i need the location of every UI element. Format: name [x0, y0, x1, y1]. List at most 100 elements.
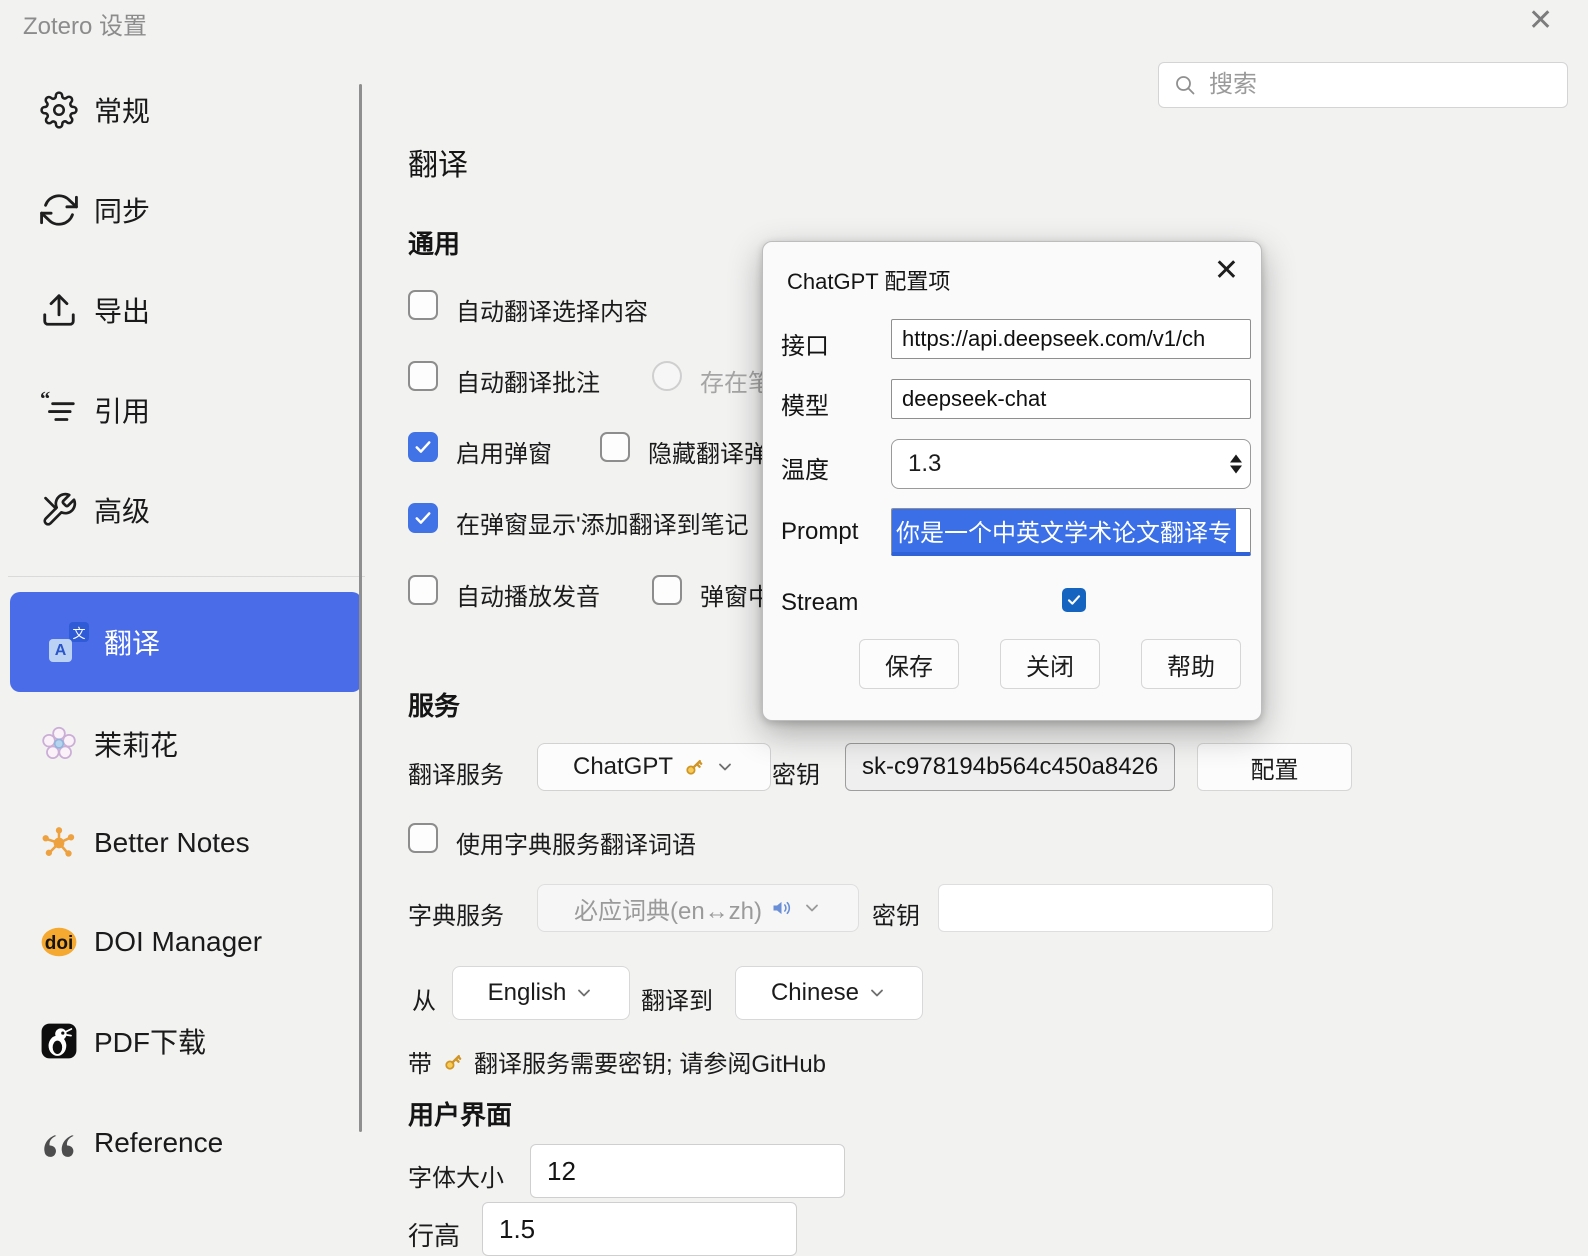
window-close-icon[interactable]: ✕ [1528, 6, 1553, 36]
label-translate-service: 翻译服务 [408, 755, 504, 790]
close-button[interactable]: 关闭 [1000, 639, 1100, 689]
dialog-close-icon[interactable]: ✕ [1214, 256, 1239, 286]
checkbox-auto-play-audio[interactable] [408, 575, 438, 605]
label-from: 从 [412, 981, 436, 1016]
chevron-down-icon [867, 983, 887, 1003]
translate-service-dropdown[interactable]: ChatGPT [537, 743, 771, 791]
label-use-dict-service: 使用字典服务翻译词语 [456, 825, 696, 860]
save-button[interactable]: 保存 [859, 639, 959, 689]
to-language-dropdown[interactable]: Chinese [735, 966, 923, 1020]
label-translate-to: 翻译到 [641, 981, 713, 1016]
advanced-tools-icon [38, 489, 80, 531]
config-button-label: 配置 [1251, 750, 1299, 785]
label-dict-key: 密钥 [872, 896, 920, 931]
export-icon [38, 289, 80, 331]
search-input[interactable] [1207, 70, 1553, 100]
dict-service-value: 必应词典(en↔zh) [574, 891, 762, 926]
gear-icon [38, 89, 80, 131]
sidebar-item-label: 翻译 [104, 622, 160, 662]
checkbox-enable-popup[interactable] [408, 432, 438, 462]
sidebar-separator-line [359, 84, 362, 1132]
key-icon [676, 749, 713, 786]
checkbox-auto-translate-annotation[interactable] [408, 361, 438, 391]
sidebar-item-advanced[interactable]: 高级 [0, 460, 360, 560]
temperature-spinner[interactable]: 1.3 [891, 439, 1251, 489]
checkbox-hide-popup[interactable] [600, 432, 630, 462]
window-title: Zotero 设置 [23, 6, 147, 41]
key-icon [435, 1043, 472, 1080]
label-auto-translate-selection: 自动翻译选择内容 [456, 292, 648, 327]
help-button[interactable]: 帮助 [1141, 639, 1241, 689]
check-icon [1066, 592, 1082, 608]
section-heading-service: 服务 [408, 686, 460, 723]
label-prompt: Prompt [781, 518, 858, 546]
sidebar-item-jasmine[interactable]: 茉莉花 [0, 694, 360, 794]
dialog-title: ChatGPT 配置项 [787, 264, 950, 296]
label-line-height: 行高 [408, 1216, 460, 1253]
prompt-selected-text: 你是一个中英文学术论文翻译专 [892, 508, 1236, 554]
to-language-value: Chinese [771, 979, 859, 1007]
line-height-input[interactable] [482, 1202, 797, 1256]
label-auto-play-audio: 自动播放发音 [456, 577, 600, 612]
translate-service-value: ChatGPT [573, 753, 673, 781]
sidebar-item-pdf-download[interactable]: PDF下载 [0, 991, 360, 1091]
translate-icon: 文A [48, 621, 90, 663]
note-text: 翻译服务需要密钥; 请参阅GitHub [474, 1044, 826, 1079]
speaker-icon [770, 896, 794, 920]
cite-icon: “ „ [38, 389, 80, 431]
spinner-arrows-icon[interactable] [1230, 455, 1242, 474]
radio-annotation-option[interactable] [652, 361, 682, 391]
svg-text:„: „ [64, 415, 74, 429]
config-button[interactable]: 配置 [1197, 743, 1352, 791]
page-title: 翻译 [408, 140, 468, 184]
sidebar-item-sync[interactable]: 同步 [0, 160, 360, 260]
service-key-input[interactable] [845, 743, 1175, 791]
sync-icon [38, 189, 80, 231]
sidebar-divider [8, 576, 365, 577]
note-prefix: 带 [408, 1044, 432, 1079]
doi-icon: doi [38, 921, 80, 963]
model-input[interactable] [891, 379, 1251, 419]
sidebar-item-general[interactable]: 常规 [0, 60, 360, 160]
font-size-input[interactable] [530, 1144, 845, 1198]
chevron-down-icon [802, 898, 822, 918]
sidebar-item-label: Better Notes [94, 827, 250, 859]
sidebar-item-translate[interactable]: 文A 翻译 [10, 592, 362, 692]
api-endpoint-input[interactable] [891, 319, 1251, 359]
checkbox-auto-translate-selection[interactable] [408, 290, 438, 320]
sidebar-item-better-notes[interactable]: Better Notes [0, 793, 360, 893]
label-font-size: 字体大小 [408, 1158, 504, 1193]
checkbox-show-add-note[interactable] [408, 503, 438, 533]
prompt-input[interactable]: 你是一个中英文学术论文翻译专 [891, 508, 1251, 556]
sidebar-item-label: 同步 [94, 190, 150, 230]
from-language-dropdown[interactable]: English [452, 966, 630, 1020]
sidebar-item-reference[interactable]: Reference [0, 1093, 360, 1193]
sidebar-item-label: 高级 [94, 490, 150, 530]
check-icon [413, 508, 433, 528]
close-button-label: 关闭 [1026, 647, 1074, 682]
sidebar-item-label: Reference [94, 1127, 223, 1159]
chevron-down-icon [574, 983, 594, 1003]
sidebar-item-label: 常规 [94, 90, 150, 130]
checkbox-popup-option[interactable] [652, 575, 682, 605]
sidebar-item-label: 引用 [94, 390, 150, 430]
checkbox-use-dict-service[interactable] [408, 823, 438, 853]
sidebar-item-export[interactable]: 导出 [0, 260, 360, 360]
help-button-label: 帮助 [1167, 647, 1215, 682]
dict-key-input[interactable] [938, 884, 1273, 932]
stream-checkbox[interactable] [1062, 588, 1086, 612]
label-model: 模型 [781, 386, 829, 421]
dict-service-dropdown[interactable]: 必应词典(en↔zh) [537, 884, 859, 932]
section-heading-ui: 用户界面 [408, 1095, 512, 1132]
search-box[interactable] [1158, 62, 1568, 108]
sidebar-item-doi-manager[interactable]: doi DOI Manager [0, 892, 360, 992]
service-key-note: 带 翻译服务需要密钥; 请参阅GitHub [408, 1044, 826, 1079]
label-api: 接口 [781, 326, 829, 361]
better-notes-icon [38, 822, 80, 864]
sidebar-item-cite[interactable]: “ „ 引用 [0, 360, 360, 460]
save-button-label: 保存 [885, 647, 933, 682]
svg-text:“: “ [40, 391, 50, 410]
section-heading-general: 通用 [408, 224, 460, 261]
search-icon [1173, 73, 1197, 97]
label-auto-translate-annotation: 自动翻译批注 [456, 363, 600, 398]
